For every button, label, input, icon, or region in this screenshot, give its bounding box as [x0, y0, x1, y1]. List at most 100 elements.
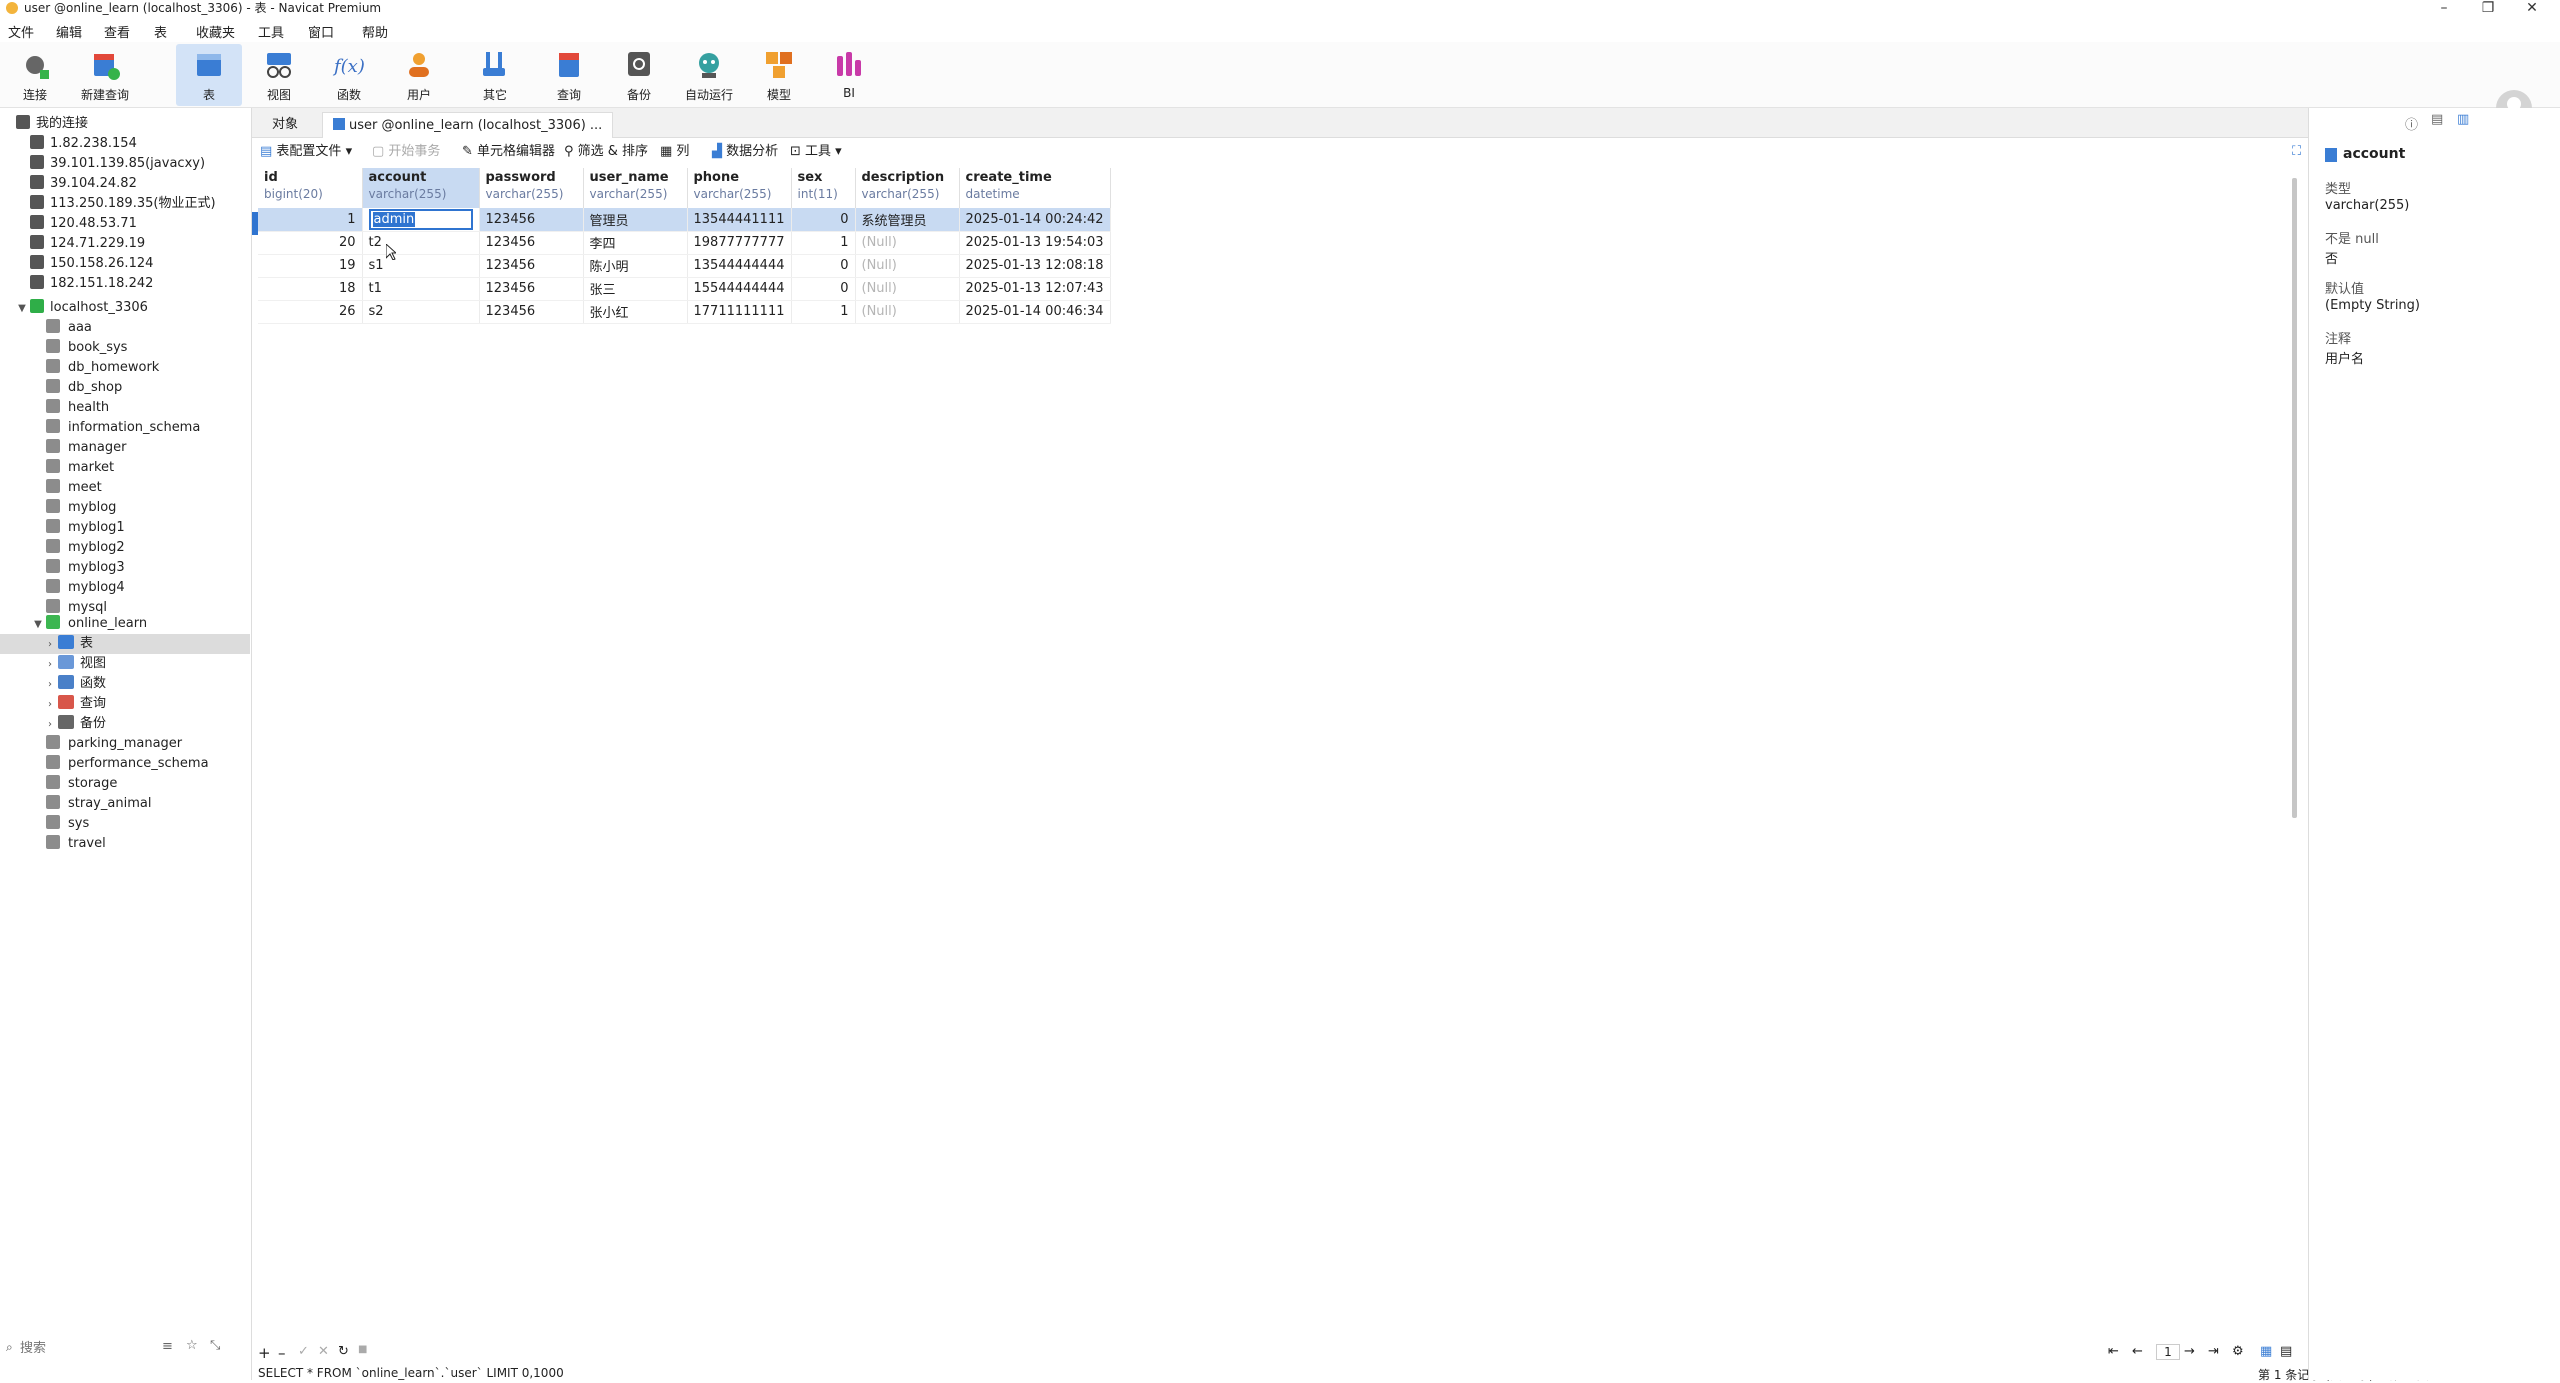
prev-page-button[interactable]: ← — [2132, 1344, 2143, 1359]
chevron-right-icon[interactable]: › — [44, 695, 56, 715]
last-page-button[interactable]: ⇥ — [2208, 1344, 2219, 1359]
first-page-button[interactable]: ⇤ — [2108, 1344, 2119, 1359]
menu-edit[interactable]: 编辑 — [56, 22, 82, 41]
table-cell-create_time[interactable]: 2025-01-14 00:24:42 — [959, 208, 1111, 232]
form-view-icon[interactable]: ▤ — [2280, 1344, 2292, 1359]
table-button[interactable]: 表 — [176, 44, 242, 106]
tree-database[interactable]: myblog3 — [46, 558, 125, 578]
tab-user-table[interactable]: user @online_learn (localhost_3306) ... — [322, 112, 614, 138]
table-cell-password[interactable]: 123456 — [479, 231, 584, 255]
table-row[interactable]: 26 s2 123456 张小红 17711111111 1 (Null) 2025-01-1… — [258, 300, 1111, 324]
table-cell-id[interactable]: 19 — [258, 254, 363, 278]
column-header-id[interactable]: id bigint(20) — [258, 168, 363, 208]
menu-table[interactable]: 表 — [154, 22, 167, 41]
filter-icon[interactable]: ≡ — [162, 1339, 173, 1354]
menu-file[interactable]: 文件 — [8, 22, 34, 41]
chevron-down-icon[interactable]: ▼ — [32, 615, 44, 635]
tree-server[interactable]: 124.71.229.19 — [30, 234, 145, 254]
tree-server[interactable]: 113.250.189.35(物业正式) — [30, 194, 216, 214]
tree-database[interactable]: myblog2 — [46, 538, 125, 558]
table-cell-account[interactable]: admin — [362, 208, 480, 232]
connection-button[interactable]: 连接 — [2, 44, 68, 106]
table-cell-user_name[interactable]: 李四 — [583, 231, 688, 255]
column-header-account[interactable]: account varchar(255) — [362, 168, 480, 208]
tree-node-backups[interactable]: › 备份 — [44, 714, 106, 734]
tools-button[interactable]: ⊡ 工具 ▾ — [790, 142, 842, 162]
automation-button[interactable]: 自动运行 — [676, 44, 742, 106]
table-cell-phone[interactable]: 15544444444 — [687, 277, 792, 301]
table-cell-password[interactable]: 123456 — [479, 254, 584, 278]
table-cell-description[interactable]: (Null) — [855, 300, 960, 324]
grid-view-icon[interactable]: ▦ — [2260, 1344, 2272, 1359]
discard-changes-button[interactable]: ✕ — [318, 1344, 329, 1359]
tree-database[interactable]: market — [46, 458, 114, 478]
table-cell-account[interactable]: t1 — [362, 277, 480, 301]
maximize-button[interactable]: ❐ — [2468, 0, 2508, 16]
column-header-password[interactable]: password varchar(255) — [479, 168, 584, 208]
menu-favorites[interactable]: 收藏夹 — [196, 22, 235, 41]
delete-record-button[interactable]: – — [278, 1344, 286, 1362]
vertical-scrollbar[interactable] — [2292, 178, 2297, 818]
page-number-input[interactable]: 1 — [2156, 1344, 2180, 1360]
table-cell-user_name[interactable]: 管理员 — [583, 208, 688, 232]
filter-sort-button[interactable]: ⚲ 筛选 & 排序 — [564, 142, 648, 162]
table-cell-create_time[interactable]: 2025-01-13 12:07:43 — [959, 277, 1111, 301]
table-profile-button[interactable]: ▤ 表配置文件 ▾ — [260, 142, 352, 162]
close-button[interactable]: ✕ — [2512, 0, 2552, 16]
chevron-right-icon[interactable]: › — [44, 655, 56, 675]
tree-database[interactable]: aaa — [46, 318, 92, 338]
add-record-button[interactable]: + — [258, 1344, 271, 1362]
table-cell-description[interactable]: (Null) — [855, 277, 960, 301]
info-icon[interactable]: ⓘ — [2405, 114, 2418, 133]
tree-database[interactable]: health — [46, 398, 109, 418]
table-cell-account[interactable]: t2 — [362, 231, 480, 255]
cell-editor-button[interactable]: ✎ 单元格编辑器 — [462, 142, 555, 162]
menu-tools[interactable]: 工具 — [258, 22, 284, 41]
table-cell-create_time[interactable]: 2025-01-13 19:54:03 — [959, 231, 1111, 255]
column-header-user_name[interactable]: user_name varchar(255) — [583, 168, 688, 208]
settings-icon[interactable]: ⚙ — [2232, 1344, 2244, 1359]
tree-database[interactable]: stray_animal — [46, 794, 151, 814]
table-cell-user_name[interactable]: 张小红 — [583, 300, 688, 324]
view-button[interactable]: 视图 — [246, 44, 312, 106]
menu-window[interactable]: 窗口 — [308, 22, 334, 41]
tree-database[interactable]: myblog — [46, 498, 116, 518]
new-query-button[interactable]: 新建查询 — [72, 44, 138, 106]
tree-database[interactable]: myblog4 — [46, 578, 125, 598]
cell-editor-input[interactable]: admin — [368, 208, 473, 230]
table-cell-id[interactable]: 20 — [258, 231, 363, 255]
chevron-right-icon[interactable]: › — [44, 715, 56, 735]
menu-help[interactable]: 帮助 — [362, 22, 388, 41]
model-button[interactable]: 模型 — [746, 44, 812, 106]
table-cell-description[interactable]: (Null) — [855, 231, 960, 255]
table-cell-password[interactable]: 123456 — [479, 300, 584, 324]
table-row[interactable]: 18 t1 123456 张三 15544444444 0 (Null) 2025-01-13… — [258, 277, 1111, 301]
table-cell-sex[interactable]: 1 — [791, 300, 856, 324]
panel-layout-icon[interactable]: ▥ — [2457, 112, 2469, 127]
tree-database[interactable]: travel — [46, 834, 106, 854]
table-cell-description[interactable]: (Null) — [855, 254, 960, 278]
function-button[interactable]: f(x) 函数 — [316, 44, 382, 106]
begin-transaction-button[interactable]: ▢ 开始事务 — [372, 142, 440, 162]
tree-localhost[interactable]: ▼ localhost_3306 — [16, 298, 148, 318]
columns-button[interactable]: ▦ 列 — [660, 142, 689, 162]
menu-view[interactable]: 查看 — [104, 22, 130, 41]
table-cell-create_time[interactable]: 2025-01-14 00:46:34 — [959, 300, 1111, 324]
refresh-button[interactable]: ↻ — [338, 1344, 349, 1359]
column-header-phone[interactable]: phone varchar(255) — [687, 168, 792, 208]
tree-database[interactable]: storage — [46, 774, 117, 794]
tree-node-functions[interactable]: › 函数 — [44, 674, 106, 694]
tree-database[interactable]: performance_schema — [46, 754, 209, 774]
table-cell-account[interactable]: s2 — [362, 300, 480, 324]
user-button[interactable]: 用户 — [386, 44, 452, 106]
tree-database[interactable]: db_homework — [46, 358, 159, 378]
tree-server[interactable]: 182.151.18.242 — [30, 274, 153, 294]
bi-button[interactable]: BI — [816, 44, 882, 106]
data-analysis-button[interactable]: ▟ 数据分析 — [712, 142, 778, 162]
stop-button[interactable]: ■ — [358, 1344, 367, 1355]
tree-node-tables[interactable]: › 表 — [0, 634, 250, 654]
collapse-icon[interactable]: ⤡ — [210, 1338, 220, 1353]
tree-root[interactable]: 我的连接 — [16, 114, 88, 134]
table-cell-description[interactable]: 系统管理员 — [855, 208, 960, 232]
query-button[interactable]: 查询 — [536, 44, 602, 106]
